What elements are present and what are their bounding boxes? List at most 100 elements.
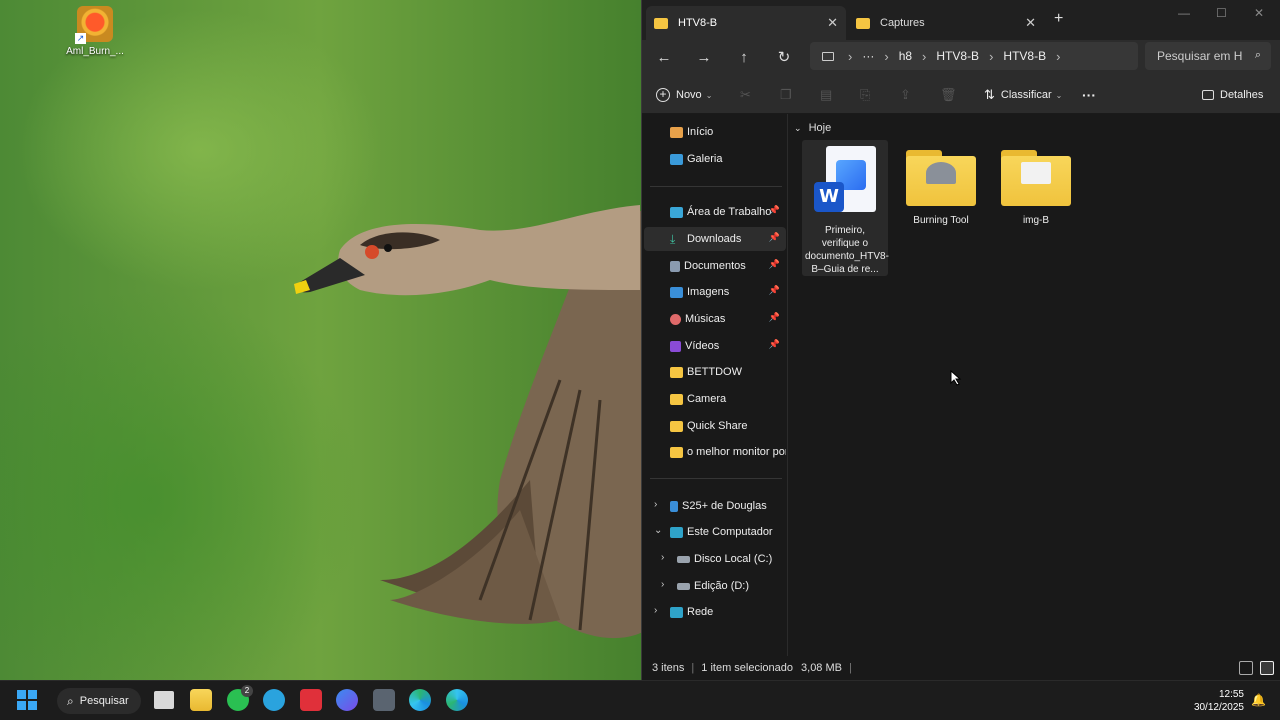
chevron-right-icon[interactable]: › <box>661 552 664 563</box>
sidebar-item-camera[interactable]: Camera <box>644 387 786 411</box>
refresh-button[interactable]: ↻ <box>772 46 796 70</box>
chevron-right-icon[interactable]: › <box>1056 49 1060 64</box>
sidebar-item-videos[interactable]: Vídeos 📌 <box>644 334 786 358</box>
sidebar-item-este-computador[interactable]: ⌄ Este Computador <box>644 520 786 544</box>
breadcrumb[interactable]: › ··· › h8 › HTV8-B › HTV8-B › <box>810 42 1138 70</box>
folder-icon <box>906 150 976 206</box>
back-button[interactable]: ← <box>652 46 676 70</box>
breadcrumb-item[interactable]: h8 <box>899 49 912 63</box>
folder-icon <box>1001 150 1071 206</box>
tab-close-icon[interactable]: ✕ <box>827 15 838 31</box>
desktop-icon <box>670 206 683 218</box>
sort-button[interactable]: ⇅ Classificar ⌄ <box>984 85 1062 105</box>
canva-icon[interactable] <box>336 689 358 711</box>
calculator-icon[interactable] <box>373 689 395 711</box>
sticky-app-icon[interactable] <box>300 689 322 711</box>
whatsapp-icon[interactable]: 2 <box>227 685 253 711</box>
pin-icon[interactable]: 📌 <box>769 232 780 243</box>
sidebar-item-musicas[interactable]: Músicas 📌 <box>644 307 786 331</box>
drive-icon <box>677 582 690 590</box>
file-explorer-icon[interactable] <box>190 689 212 711</box>
file-item-burning-tool[interactable]: Burning Tool <box>898 140 984 227</box>
folder-icon <box>670 446 683 458</box>
telegram-icon[interactable] <box>263 689 285 711</box>
pictures-icon <box>670 286 683 298</box>
sidebar-item-o-melhor-monitor[interactable]: o melhor monitor port <box>644 440 786 464</box>
file-item-img-b[interactable]: img-B <box>993 140 1079 227</box>
file-name: img-B <box>1022 215 1050 226</box>
group-header[interactable]: ⌄ Hoje <box>794 122 831 134</box>
new-button[interactable]: + Novo ⌄ <box>656 85 712 105</box>
search-input[interactable]: Pesquisar em H ⌕ <box>1145 42 1271 70</box>
edge-icon[interactable] <box>409 689 431 711</box>
navigation-pane: Início Galeria Área de Trabalho 📌 ⤓ Down… <box>642 114 788 656</box>
pin-icon[interactable]: 📌 <box>769 285 780 296</box>
paste-icon[interactable]: ▤ <box>820 85 832 105</box>
pin-icon[interactable]: 📌 <box>769 312 780 323</box>
new-tab-button[interactable]: + <box>1054 10 1063 28</box>
details-view-icon[interactable] <box>1239 661 1253 675</box>
download-icon: ⤓ <box>670 231 676 246</box>
sidebar-item-downloads[interactable]: ⤓ Downloads 📌 <box>644 227 786 251</box>
taskbar-search[interactable]: ⌕ Pesquisar <box>57 688 141 714</box>
more-options-button[interactable]: ··· <box>1082 85 1096 105</box>
delete-icon[interactable]: 🗑 <box>940 85 957 105</box>
sidebar-item-s25-de-douglas[interactable]: › S25+ de Douglas <box>644 494 786 518</box>
file-item-word-doc[interactable]: W Primeiro, verifique o documento_HTV8-B… <box>802 140 889 276</box>
breadcrumb-item[interactable]: HTV8-B <box>1003 49 1046 63</box>
chevron-right-icon[interactable]: › <box>654 605 657 616</box>
duck-illustration <box>294 205 660 639</box>
share-icon[interactable]: ⇪ <box>900 85 911 105</box>
close-window-button[interactable]: ✕ <box>1254 6 1264 20</box>
tab-label: HTV8-B <box>678 17 718 29</box>
tab-bar: HTV8-B ✕ Captures ✕ + — ☐ ✕ <box>642 0 1280 40</box>
sidebar-item-label: Rede <box>687 606 714 618</box>
up-button[interactable]: ↑ <box>732 46 756 70</box>
sidebar-item-quick-share[interactable]: Quick Share <box>644 414 786 438</box>
chevron-right-icon[interactable]: › <box>654 499 657 510</box>
notification-bell-icon[interactable]: 🔔 <box>1251 693 1266 707</box>
edge-beta-icon[interactable] <box>446 689 468 711</box>
details-button[interactable]: Detalhes <box>1202 85 1263 105</box>
large-icons-view-icon[interactable] <box>1260 661 1274 675</box>
breadcrumb-more[interactable]: ··· <box>862 49 874 63</box>
start-button[interactable] <box>16 689 38 711</box>
sidebar-item-disco-local-c[interactable]: › Disco Local (C:) <box>644 547 786 571</box>
group-header-label: Hoje <box>808 122 832 134</box>
sidebar-item-label: Documentos <box>684 260 746 272</box>
task-view-icon[interactable] <box>154 691 174 709</box>
search-icon: ⌕ <box>1254 49 1261 61</box>
music-icon <box>670 313 681 325</box>
chevron-down-icon[interactable]: ⌄ <box>654 525 662 536</box>
pin-icon[interactable]: 📌 <box>769 339 780 350</box>
pin-icon[interactable]: 📌 <box>769 205 780 216</box>
burn-tool-icon: ↗ <box>75 6 113 44</box>
tab-captures[interactable]: Captures ✕ <box>848 6 1044 40</box>
sidebar-item-bettdow[interactable]: BETTDOW <box>644 360 786 384</box>
taskbar-search-label: Pesquisar <box>79 695 129 707</box>
chevron-right-icon[interactable]: › <box>661 579 664 590</box>
sidebar-item-label: S25+ de Douglas <box>682 500 767 512</box>
sidebar-item-documentos[interactable]: Documentos 📌 <box>644 254 786 278</box>
cut-icon[interactable]: ✂ <box>740 85 751 105</box>
tab-htv8-b[interactable]: HTV8-B ✕ <box>646 6 846 40</box>
rename-icon[interactable]: ⎘ <box>860 85 870 105</box>
system-clock[interactable]: 12:55 30/12/2025 <box>1194 688 1244 714</box>
forward-button[interactable]: → <box>692 46 716 70</box>
item-count: 3 itens <box>652 662 685 674</box>
maximize-button[interactable]: ☐ <box>1216 6 1227 20</box>
pin-icon[interactable]: 📌 <box>769 259 780 270</box>
sidebar-item-edicao-d[interactable]: › Edição (D:) <box>644 574 786 598</box>
sidebar-item-area-de-trabalho[interactable]: Área de Trabalho 📌 <box>644 200 786 224</box>
sidebar-item-imagens[interactable]: Imagens 📌 <box>644 280 786 304</box>
minimize-button[interactable]: — <box>1178 6 1190 20</box>
documents-icon <box>670 260 680 272</box>
desktop-shortcut-aml-burn[interactable]: ↗ Aml_Burn_... <box>62 6 128 57</box>
sidebar-item-galeria[interactable]: Galeria <box>644 147 786 171</box>
sidebar-item-inicio[interactable]: Início <box>644 120 786 144</box>
breadcrumb-item[interactable]: HTV8-B <box>936 49 979 63</box>
sidebar-item-rede[interactable]: › Rede <box>644 600 786 624</box>
tab-close-icon[interactable]: ✕ <box>1025 15 1036 31</box>
copy-icon[interactable]: ❐ <box>780 85 792 105</box>
shortcut-arrow-icon: ↗ <box>75 33 86 44</box>
